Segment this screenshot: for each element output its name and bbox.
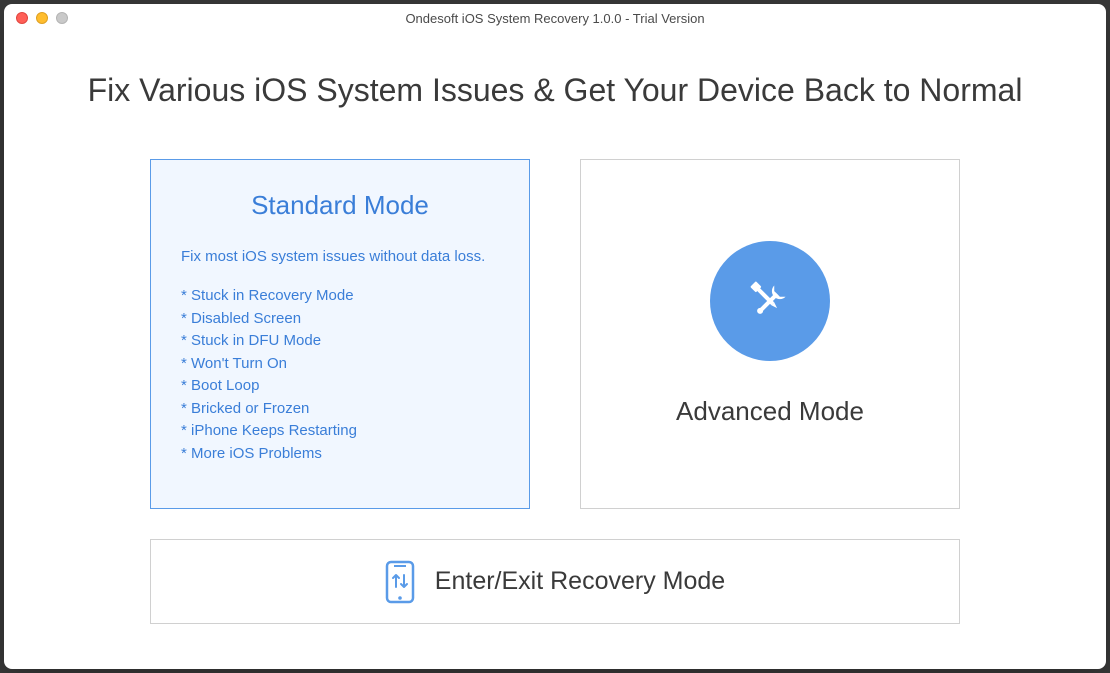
minimize-button[interactable]: [36, 12, 48, 24]
standard-mode-title: Standard Mode: [181, 190, 499, 221]
list-item: iPhone Keeps Restarting: [181, 420, 499, 443]
list-item: Disabled Screen: [181, 308, 499, 331]
list-item: Stuck in Recovery Mode: [181, 285, 499, 308]
recovery-mode-button[interactable]: Enter/Exit Recovery Mode: [150, 539, 960, 624]
standard-mode-content: Standard Mode Fix most iOS system issues…: [151, 160, 529, 485]
list-item: Won't Turn On: [181, 353, 499, 376]
list-item: More iOS Problems: [181, 443, 499, 466]
standard-mode-list: Stuck in Recovery Mode Disabled Screen S…: [181, 285, 499, 465]
list-item: Bricked or Frozen: [181, 398, 499, 421]
window-title: Ondesoft iOS System Recovery 1.0.0 - Tri…: [14, 11, 1096, 26]
list-item: Boot Loop: [181, 375, 499, 398]
titlebar[interactable]: Ondesoft iOS System Recovery 1.0.0 - Tri…: [4, 4, 1106, 32]
modes-row: Standard Mode Fix most iOS system issues…: [64, 159, 1046, 509]
traffic-lights: [16, 12, 68, 24]
advanced-mode-title: Advanced Mode: [676, 396, 864, 427]
close-button[interactable]: [16, 12, 28, 24]
content-area: Fix Various iOS System Issues & Get Your…: [4, 32, 1106, 669]
advanced-mode-content: Advanced Mode: [676, 160, 864, 508]
advanced-mode-card[interactable]: Advanced Mode: [580, 159, 960, 509]
standard-mode-card[interactable]: Standard Mode Fix most iOS system issues…: [150, 159, 530, 509]
recovery-mode-label: Enter/Exit Recovery Mode: [435, 567, 725, 596]
maximize-button: [56, 12, 68, 24]
standard-mode-description: Fix most iOS system issues without data …: [181, 246, 499, 267]
phone-arrows-icon: [385, 560, 415, 604]
list-item: Stuck in DFU Mode: [181, 330, 499, 353]
page-title: Fix Various iOS System Issues & Get Your…: [64, 72, 1046, 109]
app-window: Ondesoft iOS System Recovery 1.0.0 - Tri…: [4, 4, 1106, 669]
tools-icon: [710, 241, 830, 361]
